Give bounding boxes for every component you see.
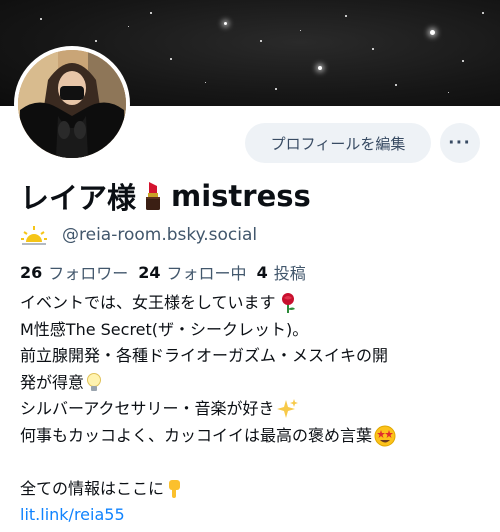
banner-star	[462, 60, 464, 62]
banner-star	[395, 84, 397, 86]
banner-star	[205, 82, 206, 83]
banner-star	[482, 12, 484, 14]
lightbulb-icon	[87, 372, 102, 391]
banner-star	[128, 26, 129, 27]
handle-row: @reia-room.bsky.social	[20, 221, 257, 249]
bio-text: M性感The Secret(ザ・シークレット)。	[20, 319, 309, 339]
profile-stats: 26 フォロワー 24 フォロー中 4 投稿	[20, 259, 316, 285]
avatar[interactable]	[14, 46, 130, 162]
following-count: 24	[138, 262, 161, 282]
display-name: レイア様	[20, 181, 137, 215]
profile-bio: イベントでは、女王様をしています M性感The Secret(ザ・シークレット)…	[20, 290, 490, 529]
bio-line: シルバーアクセサリー・音楽が好き	[20, 396, 490, 423]
avatar-photo	[18, 50, 126, 158]
bio-line: 何事もカッコよく、カッコイイは最高の褒め言葉	[20, 423, 490, 450]
posts-label: 投稿	[273, 264, 306, 283]
banner-star	[40, 18, 42, 20]
banner-star	[260, 40, 262, 42]
more-options-button[interactable]: ···	[440, 123, 480, 163]
rose-icon	[281, 293, 295, 314]
banner-star	[372, 48, 374, 50]
banner-star	[275, 88, 277, 90]
bio-line: lit.link/reia55	[20, 502, 490, 529]
banner-star	[95, 40, 97, 42]
pointing-down-icon	[169, 479, 181, 498]
banner-star	[224, 22, 227, 25]
following-stat[interactable]: 24 フォロー中	[138, 260, 246, 284]
bio-text: 発が得意	[20, 372, 85, 392]
sun-icon	[21, 226, 47, 245]
bio-line: 前立腺開発・各種ドライオーガズム・メスイキの開	[20, 343, 490, 370]
banner-star	[430, 30, 435, 35]
sparkles-icon	[276, 399, 298, 419]
star-struck-icon	[374, 425, 396, 447]
bio-line: M性感The Secret(ザ・シークレット)。	[20, 317, 490, 344]
bio-text: 前立腺開発・各種ドライオーガズム・メスイキの開	[20, 346, 389, 365]
avatar-figure	[18, 50, 126, 158]
followers-stat[interactable]: 26 フォロワー	[20, 260, 128, 284]
banner-star	[300, 30, 301, 31]
edit-profile-button[interactable]: プロフィールを編集	[245, 123, 431, 163]
banner-star	[448, 92, 449, 93]
posts-stat: 4 投稿	[257, 260, 306, 284]
bio-text: イベントでは、女王様をしています	[20, 293, 276, 312]
banner-star	[170, 58, 172, 60]
bio-line: 発が得意	[20, 370, 490, 397]
banner-star	[345, 15, 347, 17]
bio-line: イベントでは、女王様をしています	[20, 290, 490, 317]
following-label: フォロー中	[166, 264, 247, 283]
more-icon: ···	[448, 131, 472, 154]
bio-blank-line	[20, 449, 490, 476]
bio-link[interactable]: lit.link/reia55	[20, 502, 125, 529]
banner-star	[318, 66, 322, 70]
user-handle[interactable]: @reia-room.bsky.social	[62, 225, 257, 245]
bio-line: 全ての情報はここに	[20, 476, 490, 503]
followers-label: フォロワー	[48, 264, 129, 283]
lipstick-icon	[146, 182, 161, 210]
bio-text: 全ての情報はここに	[20, 478, 165, 498]
display-name-suffix: mistress	[171, 179, 311, 213]
posts-count: 4	[256, 262, 268, 282]
followers-count: 26	[20, 262, 43, 282]
display-name-row: レイア様 mistress	[20, 176, 311, 216]
bio-text: 何事もカッコよく、カッコイイは最高の褒め言葉	[20, 425, 373, 445]
bio-text: シルバーアクセサリー・音楽が好き	[20, 399, 275, 418]
banner-star	[150, 12, 152, 14]
